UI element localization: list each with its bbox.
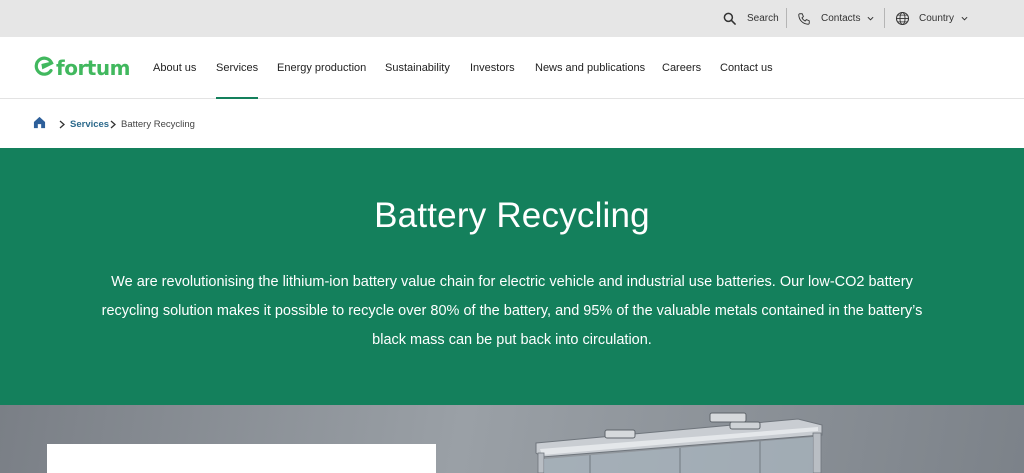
globe-icon (895, 11, 910, 26)
battery-module-image (535, 412, 823, 473)
utility-bar: Search Contacts Country (0, 0, 1024, 37)
search-icon (723, 12, 736, 25)
chevron-down-icon (867, 16, 874, 21)
search-label: Search (747, 13, 779, 24)
nav-investors[interactable]: Investors (470, 37, 515, 99)
breadcrumb: Services Battery Recycling (0, 100, 1024, 148)
battery-photo (0, 405, 1024, 473)
content-card (47, 444, 436, 473)
chevron-right-icon (59, 100, 65, 148)
nav-careers[interactable]: Careers (662, 37, 701, 99)
phone-icon (797, 12, 811, 26)
nav-services[interactable]: Services (216, 37, 259, 99)
nav-sustainability[interactable]: Sustainability (385, 37, 450, 99)
search-button[interactable]: Search (723, 0, 779, 37)
chevron-down-icon (961, 16, 968, 21)
breadcrumb-home[interactable] (33, 100, 46, 148)
utility-divider (786, 8, 787, 28)
chevron-right-icon (110, 100, 116, 148)
nav-news-and-publications[interactable]: News and publications (535, 37, 645, 99)
main-navigation: fortum About us Services Energy producti… (0, 37, 1024, 99)
breadcrumb-current: Battery Recycling (121, 118, 195, 130)
country-dropdown[interactable]: Country (895, 0, 968, 37)
logo-wordmark: fortum (56, 56, 130, 80)
contacts-label: Contacts (821, 13, 861, 24)
fortum-logo[interactable]: fortum (34, 55, 130, 81)
hero-banner: Battery Recycling We are revolutionising… (0, 148, 1024, 405)
hero-description: We are revolutionising the lithium-ion b… (101, 274, 923, 348)
home-icon (33, 116, 46, 132)
utility-divider (884, 8, 885, 28)
fortum-logo-icon (34, 56, 54, 81)
country-label: Country (919, 13, 955, 24)
nav-about-us[interactable]: About us (153, 37, 196, 99)
nav-contact-us[interactable]: Contact us (720, 37, 773, 99)
page-title: Battery Recycling (374, 196, 650, 235)
contacts-dropdown[interactable]: Contacts (797, 0, 874, 37)
nav-energy-production[interactable]: Energy production (277, 37, 366, 99)
breadcrumb-services[interactable]: Services (70, 100, 109, 148)
